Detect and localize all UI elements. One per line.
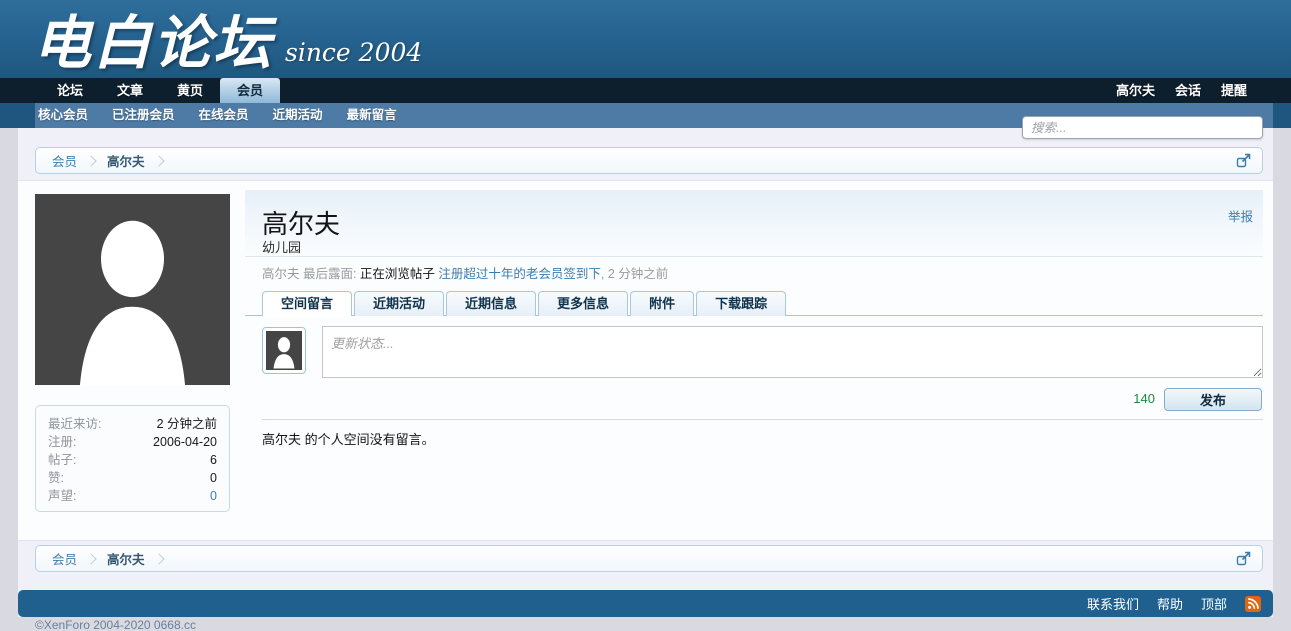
share-icon[interactable] xyxy=(1232,152,1254,170)
user-menu-username[interactable]: 高尔夫 xyxy=(1116,78,1155,103)
stat-label: 最近来访: xyxy=(48,415,101,433)
chevron-right-icon xyxy=(85,553,96,564)
stat-row-posts: 帖子: 6 xyxy=(48,451,217,469)
footer-link-help[interactable]: 帮助 xyxy=(1157,594,1183,613)
status-prefix: 高尔夫 最后露面: xyxy=(262,267,360,281)
site-logo-tagline: since 2004 xyxy=(285,38,422,67)
tab-recent-messages[interactable]: 近期信息 xyxy=(446,291,536,316)
char-counter: 140 xyxy=(1105,391,1155,406)
subnav-items: 核心会员 已注册会员 在线会员 近期活动 最新留言 xyxy=(38,103,397,128)
tab-profile-posts[interactable]: 空间留言 xyxy=(262,291,352,316)
site-header: 电白论坛 since 2004 xyxy=(0,0,1291,78)
nav-tab-forum[interactable]: 论坛 xyxy=(40,78,100,103)
page-title: 高尔夫 xyxy=(262,204,340,241)
composer-avatar xyxy=(262,327,306,374)
share-icon[interactable] xyxy=(1232,550,1254,568)
stat-value: 2 分钟之前 xyxy=(157,415,217,433)
divider xyxy=(262,419,1263,420)
nav-tabs: 论坛 文章 黄页 会员 xyxy=(0,78,280,103)
stat-value: 2006-04-20 xyxy=(153,433,217,451)
breadcrumb-members[interactable]: 会员 xyxy=(52,549,77,568)
footer-bar: 联系我们 帮助 顶部 xyxy=(18,590,1273,617)
stat-value: 0 xyxy=(210,469,217,487)
publish-button[interactable]: 发布 xyxy=(1164,388,1262,411)
site-logo-title: 电白论坛 xyxy=(33,0,273,80)
stat-label: 注册: xyxy=(48,433,76,451)
profile-avatar[interactable] xyxy=(35,194,230,385)
tab-more-info[interactable]: 更多信息 xyxy=(538,291,628,316)
user-menu-alerts[interactable]: 提醒 xyxy=(1221,78,1247,103)
nav-tab-yellow-pages[interactable]: 黄页 xyxy=(160,78,220,103)
stat-label: 帖子: xyxy=(48,451,76,469)
status-line: 高尔夫 最后露面: 正在浏览帖子 注册超过十年的老会员签到下, 2 分钟之前 xyxy=(262,263,668,282)
chevron-right-icon xyxy=(153,155,164,166)
stat-row-reputation: 声望: 0 xyxy=(48,487,217,505)
subnav-item-registered-members[interactable]: 已注册会员 xyxy=(112,103,175,128)
profile-tab-strip: 空间留言 近期活动 近期信息 更多信息 附件 下载跟踪 xyxy=(245,291,1263,316)
user-menu-conversations[interactable]: 会话 xyxy=(1175,78,1201,103)
user-title: 幼儿园 xyxy=(262,237,301,256)
breadcrumb-members[interactable]: 会员 xyxy=(52,151,77,170)
search-input[interactable] xyxy=(1022,116,1263,139)
stat-label: 声望: xyxy=(48,487,76,505)
stat-row-joined: 注册: 2006-04-20 xyxy=(48,433,217,451)
empty-profile-message: 高尔夫 的个人空间没有留言。 xyxy=(262,429,435,448)
subnav-item-latest-messages[interactable]: 最新留言 xyxy=(347,103,397,128)
member-stats-box: 最近来访: 2 分钟之前 注册: 2006-04-20 帖子: 6 赞: 0 声… xyxy=(35,405,230,512)
main-navbar: 论坛 文章 黄页 会员 高尔夫 会话 提醒 xyxy=(0,78,1291,103)
divider xyxy=(245,256,1263,257)
person-icon xyxy=(35,194,230,385)
breadcrumb-bottom: 会员 高尔夫 xyxy=(35,545,1263,572)
rss-icon[interactable] xyxy=(1245,596,1261,612)
stat-row-likes: 赞: 0 xyxy=(48,469,217,487)
footer-link-top[interactable]: 顶部 xyxy=(1201,594,1227,613)
subnav-item-recent-activity[interactable]: 近期活动 xyxy=(273,103,323,128)
nav-tab-members[interactable]: 会员 xyxy=(220,78,280,103)
profile-header xyxy=(245,190,1263,256)
subnav-item-notable-members[interactable]: 核心会员 xyxy=(38,103,88,128)
status-time: , 2 分钟之前 xyxy=(601,267,668,281)
person-icon xyxy=(266,331,302,370)
breadcrumb-username[interactable]: 高尔夫 xyxy=(107,151,145,170)
user-menu: 高尔夫 会话 提醒 xyxy=(1116,78,1291,103)
report-link[interactable]: 举报 xyxy=(1228,206,1253,225)
status-thread-link[interactable]: 注册超过十年的老会员签到下 xyxy=(438,267,601,281)
stat-value: 6 xyxy=(210,451,217,469)
subnav-item-online-members[interactable]: 在线会员 xyxy=(199,103,249,128)
breadcrumb: 会员 高尔夫 xyxy=(35,147,1263,174)
chevron-right-icon xyxy=(85,155,96,166)
subnav-right-cap xyxy=(1273,103,1291,128)
nav-tab-articles[interactable]: 文章 xyxy=(100,78,160,103)
status-activity: 正在浏览帖子 xyxy=(360,267,438,281)
chevron-right-icon xyxy=(153,553,164,564)
stat-value-link[interactable]: 0 xyxy=(210,487,217,505)
tab-download-tracking[interactable]: 下载跟踪 xyxy=(696,291,786,316)
profile-page: 电白论坛 since 2004 论坛 文章 黄页 会员 高尔夫 会话 提醒 核心… xyxy=(0,0,1291,631)
tab-attachments[interactable]: 附件 xyxy=(630,291,694,316)
footer-link-contact[interactable]: 联系我们 xyxy=(1087,594,1139,613)
status-update-input[interactable] xyxy=(322,326,1263,378)
tab-recent-activity[interactable]: 近期活动 xyxy=(354,291,444,316)
stat-row-last-seen: 最近来访: 2 分钟之前 xyxy=(48,415,217,433)
subnav-left-cap xyxy=(0,103,35,128)
breadcrumb-username[interactable]: 高尔夫 xyxy=(107,549,145,568)
copyright-link[interactable]: ©XenForo 2004-2020 0668.cc xyxy=(35,618,196,631)
stat-label: 赞: xyxy=(48,469,64,487)
